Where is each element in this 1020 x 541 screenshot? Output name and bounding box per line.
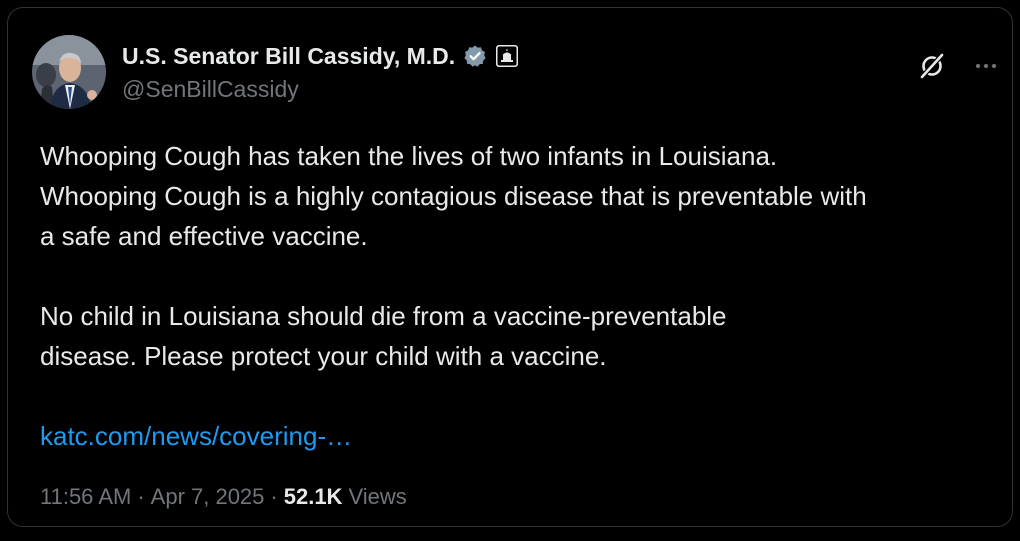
handle[interactable]: @SenBillCassidy [122,76,299,103]
tweet-line: Whooping Cough is a highly contagious di… [40,181,867,211]
author-name-row: U.S. Senator Bill Cassidy, M.D. [122,41,519,71]
grok-icon[interactable] [914,48,950,84]
tweet-time[interactable]: 11:56 AM [40,484,131,510]
tweet-meta: 11:56 AM · Apr 7, 2025 · 52.1K Views [40,484,407,510]
avatar[interactable] [32,35,106,109]
meta-separator: · [137,484,145,509]
display-name[interactable]: U.S. Senator Bill Cassidy, M.D. [122,43,455,70]
more-options-icon[interactable] [968,48,1004,84]
tweet-line: Whooping Cough has taken the lives of tw… [40,141,778,171]
article-link[interactable]: katc.com/news/covering-… [40,416,352,456]
tweet-text: Whooping Cough has taken the lives of tw… [40,136,1000,376]
meta-separator: · [270,484,278,509]
tweet-date[interactable]: Apr 7, 2025 [151,484,265,510]
government-building-icon [495,44,519,68]
tweet-line: disease. Please protect your child with … [40,341,607,371]
views-label: Views [348,484,407,509]
tweet-line: No child in Louisiana should die from a … [40,301,727,331]
verified-badge-icon [463,44,487,68]
tweet-line: a safe and effective vaccine. [40,221,368,251]
views-count[interactable]: 52.1K [284,484,343,510]
tweet-card: U.S. Senator Bill Cassidy, M.D. @SenBill… [7,7,1013,527]
